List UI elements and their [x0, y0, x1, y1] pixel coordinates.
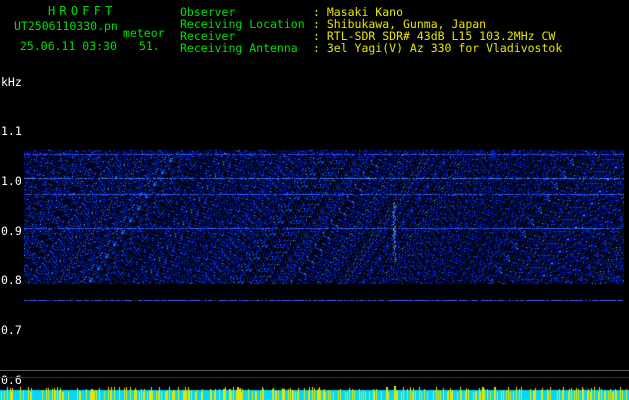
y-tick-label: 0.8 — [1, 273, 22, 287]
y-tick-label: 1.1 — [1, 124, 22, 138]
app-brand: HROFFT — [48, 4, 117, 18]
y-axis-unit: kHz — [1, 75, 22, 89]
meteor-count: 51. — [139, 39, 160, 53]
datetime-label: 25.06.11 03:30 — [20, 39, 117, 53]
y-tick-label: 0.7 — [1, 323, 22, 337]
signal-level-bar — [0, 386, 629, 400]
meteor-label: meteor — [123, 26, 165, 40]
antenna-value: : 3el Yagi(V) Az 330 for Vladivostok — [313, 41, 563, 55]
grid-line — [0, 377, 629, 378]
y-tick-label: 0.6 — [1, 373, 22, 387]
y-tick-label: 0.9 — [1, 224, 22, 238]
filename-label: UT2506110330.pn — [14, 19, 118, 33]
spectrogram — [24, 62, 624, 370]
antenna-label: Receiving Antenna — [180, 41, 298, 55]
y-tick-label: 1.0 — [1, 174, 22, 188]
grid-line — [0, 370, 629, 371]
